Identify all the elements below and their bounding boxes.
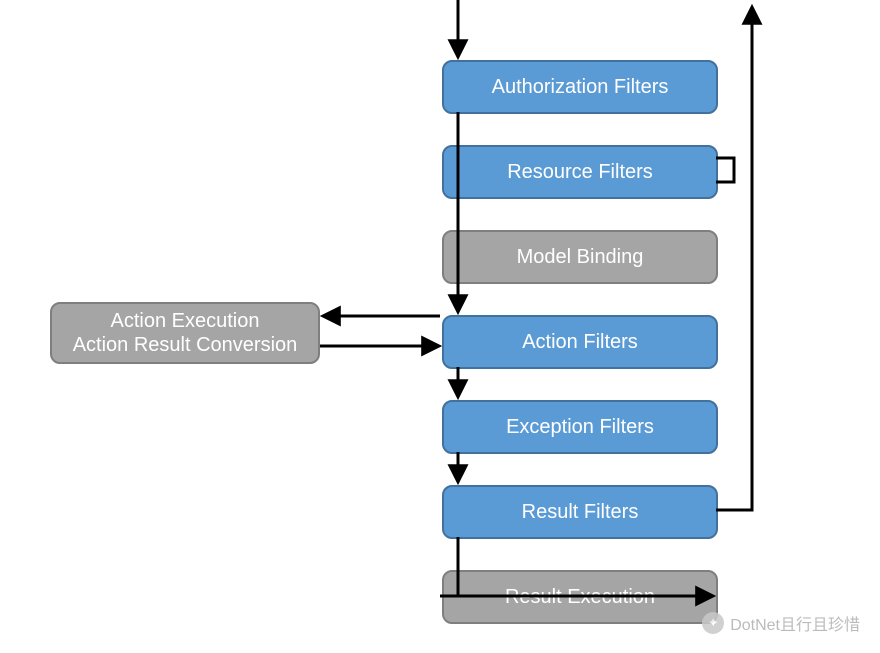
diagram-canvas: Authorization Filters Resource Filters M…: [0, 0, 880, 653]
flow-arrows: [0, 0, 880, 653]
watermark-text: DotNet且行且珍惜: [730, 611, 860, 635]
wechat-icon: ✦: [702, 612, 724, 634]
watermark: ✦ DotNet且行且珍惜: [702, 611, 860, 635]
